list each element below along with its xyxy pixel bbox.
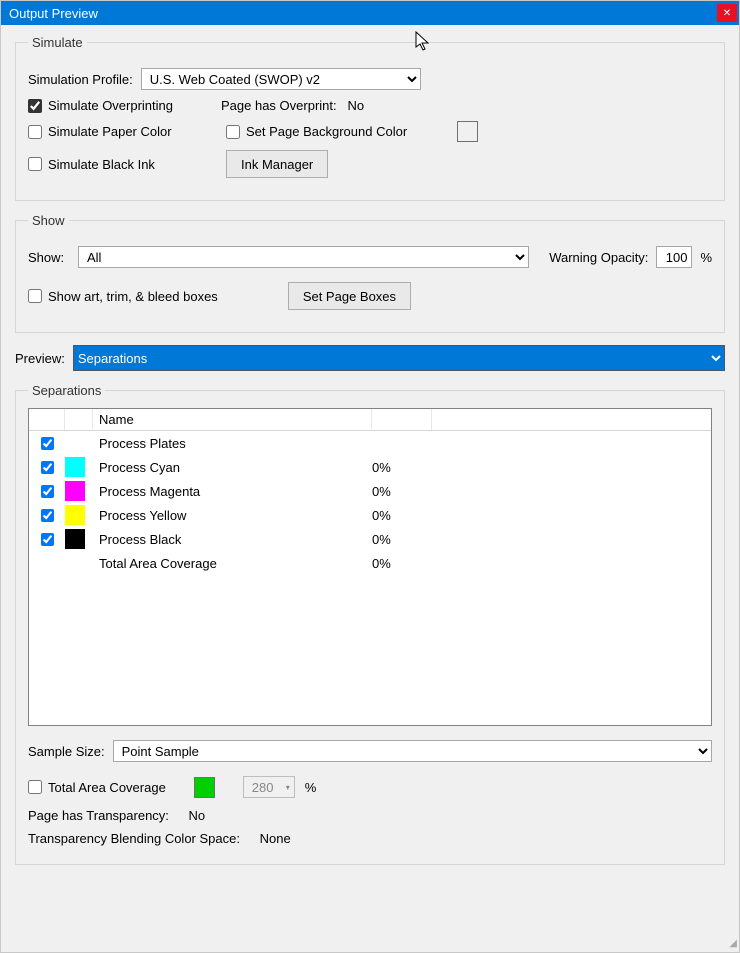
table-row: Process Cyan 0% <box>29 455 711 479</box>
preview-select[interactable]: Separations <box>73 345 725 371</box>
blend-space-label: Transparency Blending Color Space: <box>28 831 240 846</box>
blend-space-value: None <box>260 831 291 846</box>
chevron-down-icon: ▾ <box>286 783 290 792</box>
show-select[interactable]: All <box>78 246 529 268</box>
simulation-profile-select[interactable]: U.S. Web Coated (SWOP) v2 <box>141 68 421 90</box>
total-area-coverage-checkbox[interactable]: Total Area Coverage <box>28 780 166 795</box>
separations-legend: Separations <box>28 383 105 398</box>
output-preview-window: Output Preview ✕ Simulate Simulation Pro… <box>0 0 740 953</box>
ink-manager-button[interactable]: Ink Manager <box>226 150 328 178</box>
plate-name: Process Cyan <box>93 460 372 475</box>
table-row: Process Yellow 0% <box>29 503 711 527</box>
plate-checkbox[interactable] <box>41 461 54 474</box>
window-title: Output Preview <box>9 6 98 21</box>
plate-checkbox[interactable] <box>41 485 54 498</box>
simulate-black-ink-checkbox[interactable]: Simulate Black Ink <box>28 157 186 172</box>
show-legend: Show <box>28 213 69 228</box>
simulate-overprinting-checkbox[interactable]: Simulate Overprinting <box>28 98 173 113</box>
simulation-profile-label: Simulation Profile: <box>28 72 133 87</box>
close-button[interactable]: ✕ <box>717 4 737 22</box>
plate-percent: 0% <box>372 556 432 571</box>
plate-name: Process Magenta <box>93 484 372 499</box>
separations-table: Name Process Plates Process Cyan 0% <box>28 408 712 726</box>
simulate-paper-color-checkbox[interactable]: Simulate Paper Color <box>28 124 186 139</box>
coverage-threshold-spinner[interactable]: 280 ▾ <box>243 776 295 798</box>
resize-grip-icon[interactable]: ◢ <box>725 938 737 950</box>
plate-percent: 0% <box>372 460 432 475</box>
title-bar: Output Preview ✕ <box>1 1 739 25</box>
table-row: Total Area Coverage 0% <box>29 551 711 575</box>
cyan-swatch <box>65 457 85 477</box>
table-row: Process Magenta 0% <box>29 479 711 503</box>
separations-header: Name <box>29 409 711 431</box>
page-transparency-value: No <box>189 808 206 823</box>
percent-label: % <box>700 250 712 265</box>
column-name: Name <box>93 409 372 430</box>
plate-percent: 0% <box>372 508 432 523</box>
sample-size-select[interactable]: Point Sample <box>113 740 712 762</box>
plate-name: Process Black <box>93 532 372 547</box>
show-group: Show Show: All Warning Opacity: % Show a… <box>15 213 725 333</box>
sample-size-label: Sample Size: <box>28 744 105 759</box>
plate-name: Process Plates <box>93 436 372 451</box>
black-swatch <box>65 529 85 549</box>
plate-checkbox[interactable] <box>41 533 54 546</box>
plate-checkbox[interactable] <box>41 437 54 450</box>
simulate-group: Simulate Simulation Profile: U.S. Web Co… <box>15 35 725 201</box>
yellow-swatch <box>65 505 85 525</box>
plate-checkbox[interactable] <box>41 509 54 522</box>
warning-opacity-input[interactable] <box>656 246 692 268</box>
page-transparency-label: Page has Transparency: <box>28 808 169 823</box>
bg-color-swatch[interactable] <box>457 121 478 142</box>
coverage-color-swatch[interactable] <box>194 777 215 798</box>
page-has-overprint: Page has Overprint: No <box>221 98 364 113</box>
separations-group: Separations Name Process Plates <box>15 383 725 865</box>
simulate-legend: Simulate <box>28 35 87 50</box>
set-page-boxes-button[interactable]: Set Page Boxes <box>288 282 411 310</box>
plate-percent: 0% <box>372 532 432 547</box>
plate-percent: 0% <box>372 484 432 499</box>
warning-opacity-label: Warning Opacity: <box>549 250 648 265</box>
set-page-bg-color-checkbox[interactable]: Set Page Background Color <box>226 124 407 139</box>
show-label: Show: <box>28 250 70 265</box>
magenta-swatch <box>65 481 85 501</box>
table-row: Process Plates <box>29 431 711 455</box>
show-art-trim-bleed-checkbox[interactable]: Show art, trim, & bleed boxes <box>28 289 218 304</box>
table-row: Process Black 0% <box>29 527 711 551</box>
plate-name: Total Area Coverage <box>93 556 372 571</box>
preview-label: Preview: <box>15 351 65 366</box>
plate-name: Process Yellow <box>93 508 372 523</box>
